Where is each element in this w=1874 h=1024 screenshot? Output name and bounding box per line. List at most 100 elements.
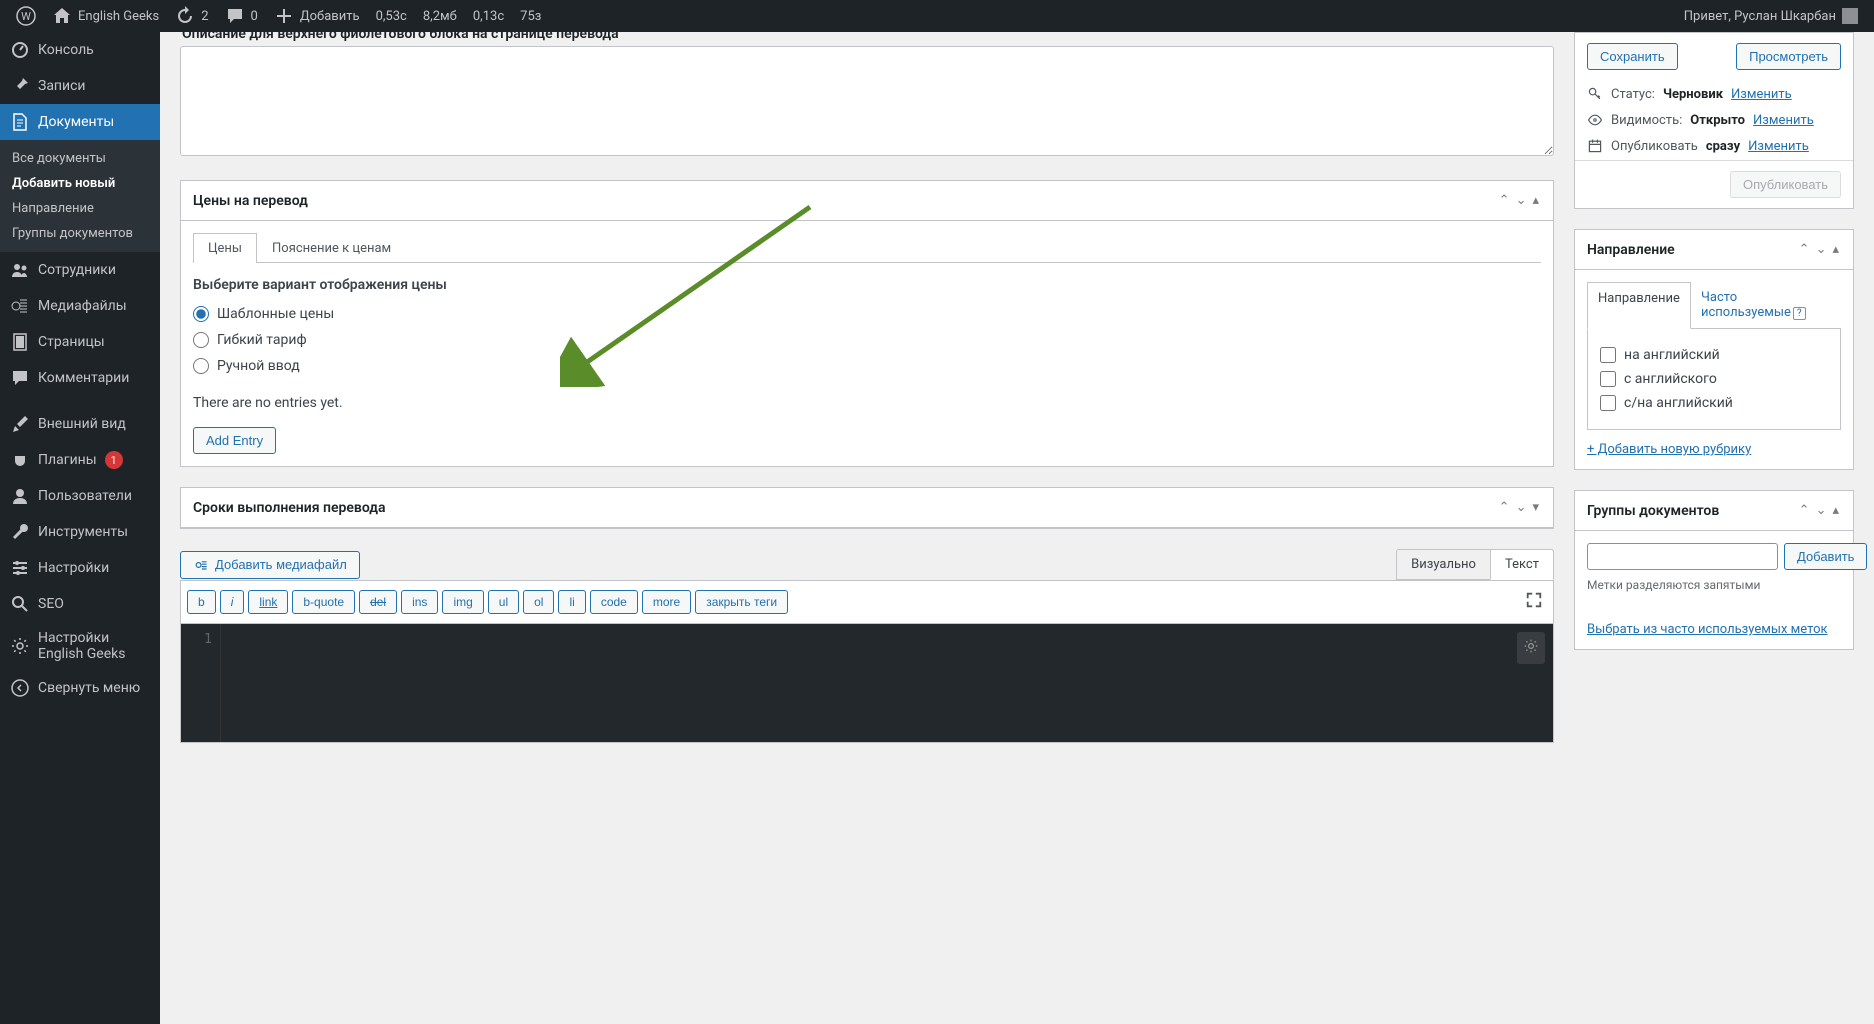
qt-bquote[interactable]: b-quote — [292, 590, 355, 614]
qt-li[interactable]: li — [558, 590, 585, 614]
calendar-icon — [1587, 138, 1603, 154]
fullscreen-icon[interactable] — [1521, 587, 1547, 617]
perf-queries[interactable]: 75з — [512, 0, 549, 32]
user-greeting[interactable]: Привет, Руслан Шкарбан — [1676, 0, 1866, 32]
qt-more[interactable]: more — [642, 590, 691, 614]
add-category-link[interactable]: + Добавить новую рубрику — [1587, 442, 1751, 457]
add-tag-button[interactable]: Добавить — [1784, 543, 1867, 570]
add-media-button[interactable]: Добавить медиафайл — [180, 551, 360, 579]
direction-tab-freq[interactable]: Часто используемые? — [1691, 282, 1841, 328]
users-icon — [10, 260, 30, 280]
page-icon — [10, 332, 30, 352]
collapse-icon — [10, 678, 30, 698]
radio-template-prices[interactable]: Шаблонные цены — [193, 301, 1541, 327]
comments-link[interactable]: 0 — [217, 0, 266, 32]
menu-posts[interactable]: Записи — [0, 68, 160, 104]
deadlines-title: Сроки выполнения перевода — [193, 500, 386, 516]
updates-link[interactable]: 2 — [167, 0, 216, 32]
qt-del[interactable]: del — [359, 590, 397, 614]
tab-prices[interactable]: Цены — [193, 233, 257, 263]
toggle-icon[interactable]: ▾ — [1530, 498, 1541, 517]
perf-memory[interactable]: 8,2мб — [415, 0, 465, 32]
wordpress-logo[interactable]: W — [8, 0, 44, 32]
choose-freq-tags-link[interactable]: Выбрать из часто используемых меток — [1587, 622, 1828, 637]
move-down-icon[interactable]: ⌄ — [1814, 501, 1829, 520]
sub-add-new[interactable]: Добавить новый — [0, 171, 160, 196]
save-draft-button[interactable]: Сохранить — [1587, 43, 1678, 70]
move-down-icon[interactable]: ⌄ — [1514, 191, 1529, 210]
editor-tab-visual[interactable]: Визуально — [1396, 549, 1490, 580]
menu-plugins[interactable]: Плагины1 — [0, 442, 160, 478]
qt-italic[interactable]: i — [220, 590, 245, 614]
line-number: 1 — [181, 624, 221, 742]
plugin-update-badge: 1 — [105, 451, 123, 469]
qt-ins[interactable]: ins — [401, 590, 438, 614]
qt-bold[interactable]: b — [187, 590, 216, 614]
site-home-link[interactable]: English Geeks — [44, 0, 167, 32]
code-editor[interactable]: 1 — [180, 623, 1554, 743]
qt-ol[interactable]: ol — [523, 590, 554, 614]
toggle-icon[interactable]: ▴ — [1830, 501, 1841, 520]
menu-settings[interactable]: Настройки — [0, 550, 160, 586]
move-up-icon[interactable]: ⌃ — [1497, 498, 1512, 517]
publish-button[interactable]: Опубликовать — [1730, 171, 1841, 198]
svg-text:W: W — [21, 10, 31, 23]
menu-employees[interactable]: Сотрудники — [0, 252, 160, 288]
add-entry-button[interactable]: Add Entry — [193, 427, 276, 454]
sub-doc-groups[interactable]: Группы документов — [0, 221, 160, 246]
check-from-english[interactable]: с английского — [1600, 367, 1828, 391]
direction-tab-main[interactable]: Направление — [1587, 282, 1691, 329]
tag-input[interactable] — [1587, 543, 1778, 570]
preview-button[interactable]: Просмотреть — [1736, 43, 1841, 70]
plus-icon — [274, 6, 294, 26]
move-up-icon[interactable]: ⌃ — [1497, 191, 1512, 210]
edit-status-link[interactable]: Изменить — [1731, 87, 1792, 102]
menu-appearance[interactable]: Внешний вид — [0, 406, 160, 442]
check-to-english[interactable]: на английский — [1600, 343, 1828, 367]
menu-dashboard[interactable]: Консоль — [0, 32, 160, 68]
perf-db-time[interactable]: 0,13с — [465, 0, 512, 32]
menu-users[interactable]: Пользователи — [0, 478, 160, 514]
menu-pages[interactable]: Страницы — [0, 324, 160, 360]
qt-ul[interactable]: ul — [488, 590, 519, 614]
qt-close-tags[interactable]: закрыть теги — [695, 590, 788, 614]
menu-eg-settings[interactable]: Настройки English Geeks — [0, 622, 160, 670]
sub-all-documents[interactable]: Все документы — [0, 146, 160, 171]
move-down-icon[interactable]: ⌄ — [1814, 240, 1829, 259]
edit-visibility-link[interactable]: Изменить — [1753, 113, 1814, 128]
tab-price-explain[interactable]: Пояснение к ценам — [257, 233, 406, 263]
toggle-icon[interactable]: ▴ — [1530, 191, 1541, 210]
menu-comments[interactable]: Комментарии — [0, 360, 160, 396]
direction-title: Направление — [1587, 242, 1675, 258]
editor-gear-icon[interactable] — [1517, 632, 1545, 664]
menu-collapse[interactable]: Свернуть меню — [0, 670, 160, 706]
toggle-icon[interactable]: ▴ — [1830, 240, 1841, 259]
edit-date-link[interactable]: Изменить — [1748, 139, 1809, 154]
qt-link[interactable]: link — [248, 590, 288, 614]
no-entries-text: There are no entries yet. — [193, 395, 1541, 411]
add-new-link[interactable]: Добавить — [266, 0, 368, 32]
move-down-icon[interactable]: ⌄ — [1514, 498, 1529, 517]
menu-seo[interactable]: SEO — [0, 586, 160, 622]
avatar — [1842, 8, 1858, 24]
sub-direction[interactable]: Направление — [0, 196, 160, 221]
perf-time[interactable]: 0,53с — [368, 0, 415, 32]
radio-manual-input[interactable]: Ручной ввод — [193, 353, 1541, 379]
admin-toolbar: W English Geeks 2 0 Добавить 0,53с 8,2мб… — [0, 0, 1874, 32]
admin-sidebar: Консоль Записи Документы Все документы Д… — [0, 32, 160, 1024]
menu-media[interactable]: Медиафайлы — [0, 288, 160, 324]
menu-tools[interactable]: Инструменты — [0, 514, 160, 550]
qt-code[interactable]: code — [590, 590, 638, 614]
comment-icon — [10, 368, 30, 388]
radio-flex-tariff[interactable]: Гибкий тариф — [193, 327, 1541, 353]
editor-tab-text[interactable]: Текст — [1490, 549, 1554, 580]
description-label: Описание для верхнего фиолетового блока … — [180, 32, 1554, 42]
prices-metabox: Цены на перевод ⌃ ⌄ ▴ Цены Пояснение к ц… — [180, 180, 1554, 467]
check-both-english[interactable]: с/на английский — [1600, 391, 1828, 415]
move-up-icon[interactable]: ⌃ — [1797, 240, 1812, 259]
menu-documents[interactable]: Документы — [0, 104, 160, 140]
home-icon — [52, 6, 72, 26]
description-textarea[interactable] — [180, 46, 1554, 156]
qt-img[interactable]: img — [442, 590, 483, 614]
move-up-icon[interactable]: ⌃ — [1797, 501, 1812, 520]
